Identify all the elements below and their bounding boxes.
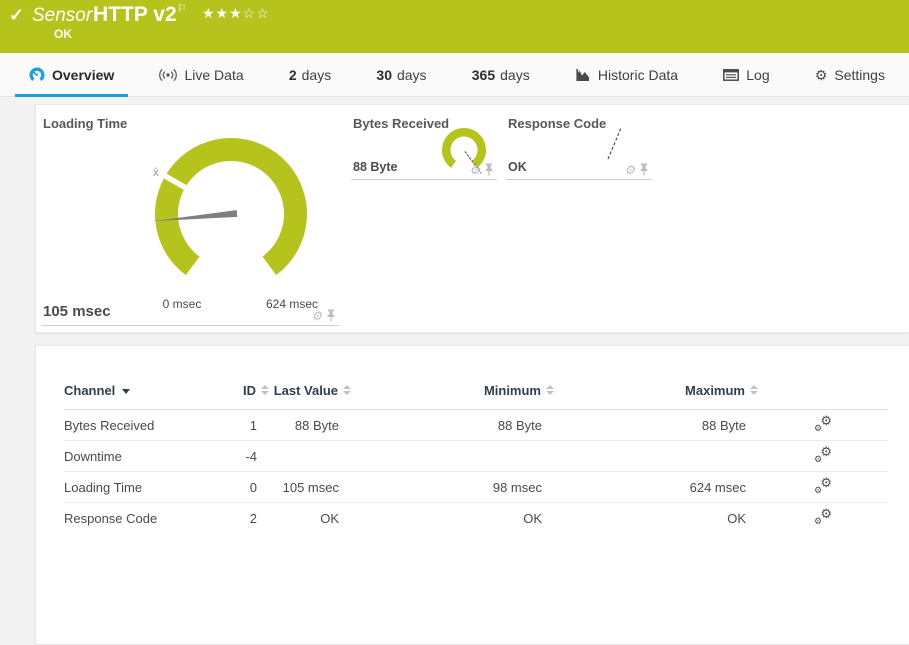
channel-minimum [351, 441, 554, 472]
tab-label: Live Data [184, 67, 243, 83]
channel-id: 2 [211, 503, 269, 534]
gauge-current-value: OK [508, 160, 527, 174]
channel-maximum: OK [554, 503, 758, 534]
sort-arrows-icon [343, 385, 351, 395]
broadcast-icon [159, 68, 177, 82]
tab-label: days [500, 67, 530, 83]
status-ok-check-icon: ✓ [9, 5, 24, 26]
tab-label: Log [746, 67, 769, 83]
response-code-gauge [603, 126, 625, 161]
channel-settings-gear-icon[interactable]: ⚙ [469, 164, 480, 176]
channel-last-value: 105 msec [269, 472, 351, 503]
channel-id: 1 [211, 410, 269, 441]
channel-name[interactable]: Downtime [64, 441, 211, 472]
sort-caret-down-icon [122, 389, 130, 394]
edit-channel-gears-icon[interactable]: ⚙⚙ [816, 447, 832, 463]
column-header-minimum[interactable]: Minimum [351, 382, 554, 410]
tab-historic-data[interactable]: Historic Data [561, 53, 692, 96]
table-row: Downtime -4 ⚙⚙ [64, 441, 888, 472]
tab-settings[interactable]: ⚙ Settings [801, 53, 899, 96]
tab-label: Settings [834, 67, 885, 83]
flag-icon[interactable]: ⚐ [177, 2, 187, 15]
gauge-panel-loading-time: Loading Time x̄ 0 msec 624 msec 105 msec… [41, 113, 339, 326]
gauge-needle [608, 128, 621, 159]
gauge-panel-bytes-received: Bytes Received 88 Byte ⚙ [351, 113, 497, 180]
tab-label: Overview [52, 67, 114, 83]
gauge-icon [29, 67, 45, 83]
table-row: Response Code 2 OK OK OK ⚙⚙ [64, 503, 888, 534]
channel-id: 0 [211, 472, 269, 503]
sensor-header: ✓ Sensor HTTP v2 ⚐ ★★★☆☆ OK [0, 0, 909, 53]
tab-overview[interactable]: Overview [15, 53, 128, 96]
pin-icon[interactable] [326, 309, 336, 322]
gear-icon: ⚙ [815, 68, 828, 82]
area-chart-icon [575, 68, 591, 82]
edit-channel-gears-icon[interactable]: ⚙⚙ [816, 416, 832, 432]
channel-name[interactable]: Response Code [64, 503, 211, 534]
channel-table: Channel ID Last Value Minimum Maximum [64, 382, 888, 533]
sort-arrows-icon [750, 385, 758, 395]
gauge-title: Loading Time [43, 116, 127, 131]
tab-bar: Overview Live Data 2 days 30 days 365 da… [0, 53, 909, 97]
channel-settings-gear-icon[interactable]: ⚙ [311, 310, 322, 322]
channel-table-card: Channel ID Last Value Minimum Maximum [35, 345, 909, 645]
pin-icon[interactable] [639, 163, 649, 176]
priority-stars[interactable]: ★★★☆☆ [202, 5, 270, 22]
gauges-card: Loading Time x̄ 0 msec 624 msec 105 msec… [35, 104, 909, 333]
table-row: Bytes Received 1 88 Byte 88 Byte 88 Byte… [64, 410, 888, 441]
sort-arrows-icon [261, 385, 269, 395]
gauge-panel-response-code: Response Code OK ⚙ [506, 113, 652, 180]
loading-time-gauge: x̄ [150, 133, 312, 295]
log-list-icon [723, 69, 739, 81]
channel-maximum [554, 441, 758, 472]
tab-30-days[interactable]: 30 days [362, 53, 440, 96]
gauge-current-value: 88 Byte [353, 160, 397, 174]
sensor-kind-label: Sensor [32, 5, 92, 27]
edit-channel-gears-icon[interactable]: ⚙⚙ [816, 509, 832, 525]
channel-maximum: 88 Byte [554, 410, 758, 441]
channel-maximum: 624 msec [554, 472, 758, 503]
sort-arrows-icon [546, 385, 554, 395]
tab-label: days [302, 67, 332, 83]
sensor-status-badge: OK [54, 27, 72, 41]
column-header-channel[interactable]: Channel [64, 382, 211, 410]
tab-label: Historic Data [598, 67, 678, 83]
channel-last-value [269, 441, 351, 472]
tab-365-days[interactable]: 365 days [458, 53, 544, 96]
tab-label: days [397, 67, 427, 83]
tab-log[interactable]: Log [709, 53, 783, 96]
tab-live-data[interactable]: Live Data [145, 53, 257, 96]
channel-minimum: 88 Byte [351, 410, 554, 441]
tab-2-days[interactable]: 2 days [275, 53, 345, 96]
channel-last-value: OK [269, 503, 351, 534]
gauge-scale-min: 0 msec [149, 297, 215, 311]
tab-number: 365 [472, 67, 495, 83]
tab-number: 30 [376, 67, 392, 83]
column-header-id[interactable]: ID [211, 382, 269, 410]
channel-last-value: 88 Byte [269, 410, 351, 441]
gauge-current-value: 105 msec [43, 303, 111, 320]
mean-marker-label: x̄ [153, 167, 159, 179]
gauge-title: Response Code [508, 116, 606, 131]
channel-name[interactable]: Loading Time [64, 472, 211, 503]
channel-name[interactable]: Bytes Received [64, 410, 211, 441]
edit-channel-gears-icon[interactable]: ⚙⚙ [816, 478, 832, 494]
pin-icon[interactable] [484, 163, 494, 176]
sensor-name: HTTP v2 [93, 3, 177, 27]
channel-minimum: 98 msec [351, 472, 554, 503]
gauge-title: Bytes Received [353, 116, 449, 131]
channel-settings-gear-icon[interactable]: ⚙ [624, 164, 635, 176]
table-row: Loading Time 0 105 msec 98 msec 624 msec… [64, 472, 888, 503]
channel-minimum: OK [351, 503, 554, 534]
tab-number: 2 [289, 67, 297, 83]
channel-id: -4 [211, 441, 269, 472]
column-header-maximum[interactable]: Maximum [554, 382, 758, 410]
column-header-last-value[interactable]: Last Value [269, 382, 351, 410]
